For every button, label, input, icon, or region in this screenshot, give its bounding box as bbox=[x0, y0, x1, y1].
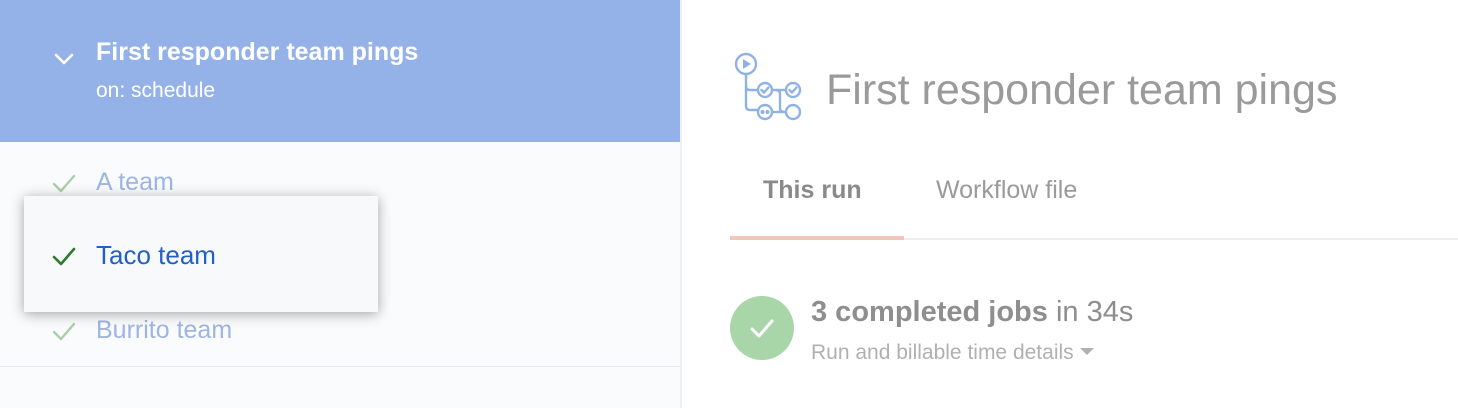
job-item-burrito-team[interactable]: Burrito team bbox=[0, 310, 680, 350]
job-item-taco-team[interactable]: Taco team bbox=[24, 196, 378, 312]
workflow-run-view: First responder team pings on: schedule … bbox=[0, 0, 1458, 408]
tab-this-run[interactable]: This run bbox=[763, 176, 862, 205]
completed-jobs-count: 3 completed jobs bbox=[811, 296, 1048, 328]
job-label[interactable]: A team bbox=[96, 168, 174, 197]
job-label[interactable]: Taco team bbox=[96, 240, 216, 271]
run-duration: in 34s bbox=[1047, 296, 1134, 328]
workflow-trigger: on: schedule bbox=[96, 79, 216, 102]
workflow-graph-icon bbox=[732, 52, 806, 124]
divider bbox=[0, 366, 680, 367]
billable-time-details-toggle[interactable]: Run and billable time details bbox=[811, 341, 1094, 365]
job-label[interactable]: Burrito team bbox=[96, 316, 232, 345]
panel-divider bbox=[680, 0, 682, 408]
check-circle-icon bbox=[730, 296, 794, 360]
active-tab-indicator bbox=[730, 236, 904, 240]
check-icon bbox=[51, 243, 77, 269]
caret-down-icon[interactable] bbox=[1079, 347, 1094, 355]
workflow-title: First responder team pings bbox=[96, 38, 419, 66]
check-icon bbox=[51, 318, 77, 344]
page-title: First responder team pings bbox=[826, 66, 1338, 114]
tab-workflow-file[interactable]: Workflow file bbox=[936, 176, 1077, 205]
chevron-down-icon[interactable] bbox=[52, 47, 76, 71]
check-icon bbox=[51, 170, 77, 196]
run-summary: 3 completed jobs in 34s bbox=[811, 296, 1133, 329]
workflow-header[interactable]: First responder team pings on: schedule bbox=[0, 0, 680, 142]
details-label[interactable]: Run and billable time details bbox=[811, 341, 1074, 364]
